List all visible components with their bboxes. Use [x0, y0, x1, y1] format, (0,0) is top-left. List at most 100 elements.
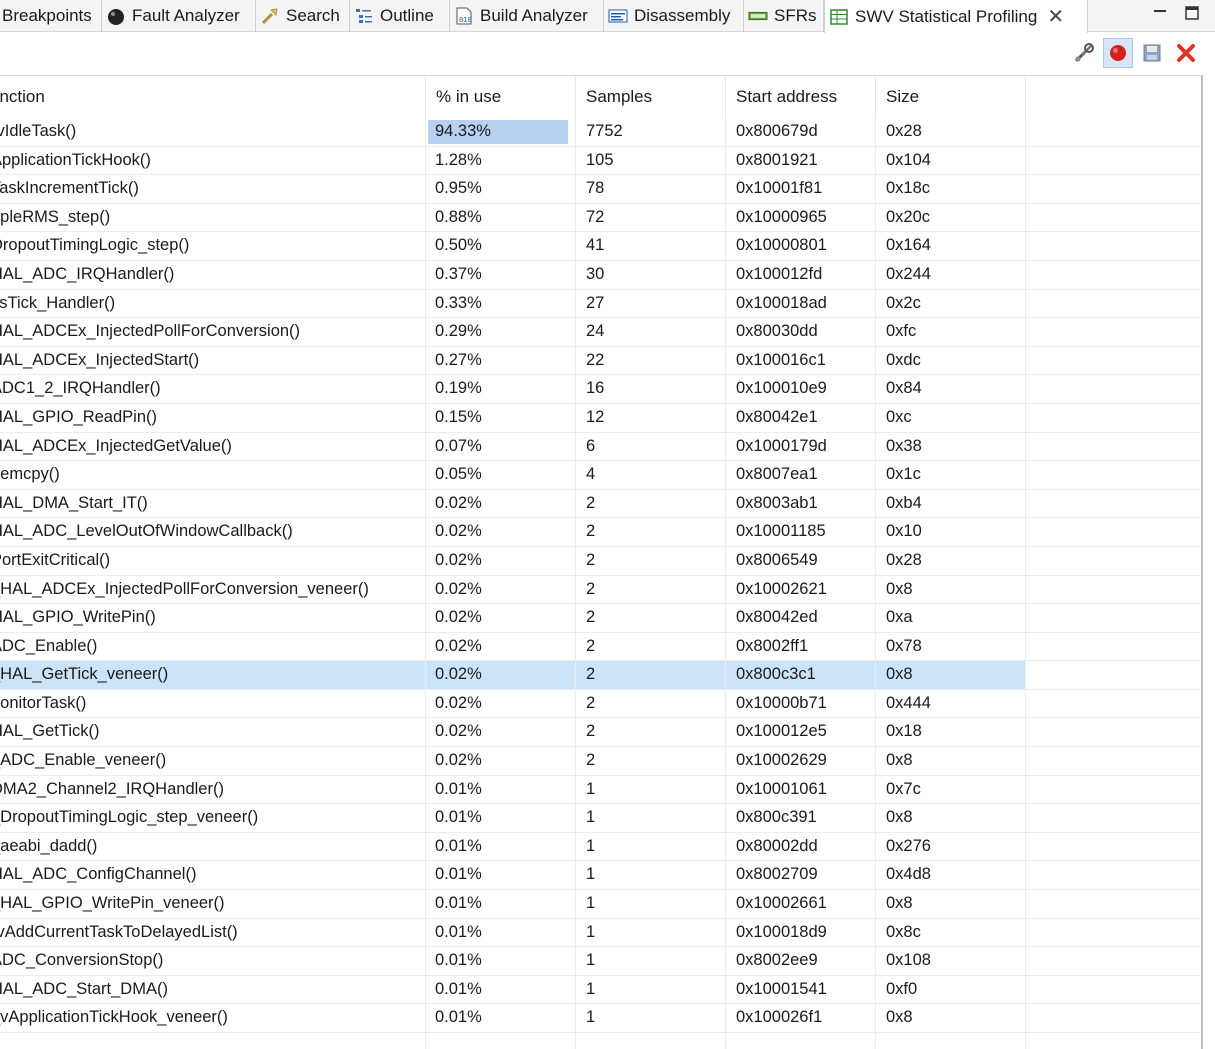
table-row[interactable]: _HAL_ADCEx_InjectedPollForConversion_ven…: [0, 575, 1201, 605]
cell-empty: [1026, 976, 1201, 1004]
cell-samples: 4: [576, 461, 726, 489]
tab-disassembly[interactable]: Disassembly: [604, 0, 744, 32]
cell-percent-in-use: 0.01%: [426, 918, 576, 947]
cell-function: TaskIncrementTick(): [0, 175, 426, 203]
cell-samples: 1: [576, 861, 726, 890]
column-header-samples[interactable]: Samples: [576, 76, 726, 118]
outline-icon: [354, 6, 374, 26]
table-row[interactable]: HAL_ADC_IRQHandler() 0.37% 30 0x100012fd 0x2…: [0, 260, 1201, 290]
table-row[interactable]: HAL_ADCEx_InjectedGetValue() 0.07% 6 0x1000…: [0, 432, 1201, 462]
percent-text: 0.01%: [435, 836, 482, 855]
table-row[interactable]: ApplicationTickHook() 1.28% 105 0x8001921 0x…: [0, 146, 1201, 176]
table-row[interactable]: _ADC_Enable_veneer() 0.02% 2 0x10002629 0x8: [0, 747, 1201, 776]
column-header-percent-in-use[interactable]: % in use: [426, 76, 576, 118]
cell-empty: [1026, 204, 1201, 232]
table-row[interactable]: HAL_ADCEx_InjectedStart() 0.27% 22 0x100016…: [0, 346, 1201, 376]
cell-size: 0x38: [876, 432, 1026, 461]
table-row[interactable]: HAL_ADC_ConfigChannel() 0.01% 1 0x8002709 0x…: [0, 861, 1201, 891]
cell-size: 0x8: [876, 661, 1026, 689]
tab-search[interactable]: Search: [256, 0, 350, 32]
cell-percent-in-use: 0.02%: [426, 518, 576, 546]
percent-text: 0.01%: [435, 894, 482, 913]
configure-trace-icon[interactable]: [1069, 38, 1099, 68]
cell-percent-in-use: 0.29%: [426, 318, 576, 346]
cell-samples: 30: [576, 260, 726, 289]
cell-empty: [1026, 861, 1201, 889]
percent-text: 0.02%: [435, 550, 482, 569]
cell-samples: 2: [576, 747, 726, 775]
cell-size: 0x18c: [876, 175, 1026, 203]
maximize-icon[interactable]: [1183, 4, 1201, 22]
table-row[interactable]: _HAL_GetTick_veneer() 0.02% 2 0x800c3c1 0x8: [0, 661, 1201, 690]
table-row[interactable]: ADC1_2_IRQHandler() 0.19% 16 0x100010e9 0x84: [0, 375, 1201, 404]
cell-samples: 2: [576, 718, 726, 747]
tab-breakpoints[interactable]: Breakpoints: [0, 0, 102, 32]
cell-function: ADC_ConversionStop(): [0, 947, 426, 975]
cell-samples: 2: [576, 604, 726, 632]
table-row[interactable]: _DropoutTimingLogic_step_veneer() 0.01% 1 0…: [0, 804, 1201, 833]
table-row[interactable]: HAL_GPIO_WritePin() 0.02% 2 0x80042ed 0xa: [0, 604, 1201, 633]
close-tab-icon[interactable]: ✕: [1047, 4, 1064, 29]
table-row[interactable]: HAL_DMA_Start_IT() 0.02% 2 0x8003ab1 0xb4: [0, 489, 1201, 519]
percent-text: 0.01%: [435, 979, 482, 998]
table-row[interactable]: HAL_ADC_Start_DMA() 0.01% 1 0x10001541 0xf0: [0, 975, 1201, 1005]
cell-percent-in-use: 94.33%: [426, 118, 576, 146]
table-row[interactable]: HAL_GetTick() 0.02% 2 0x100012e5 0x18: [0, 718, 1201, 748]
cell-percent-in-use: 0.07%: [426, 432, 576, 461]
column-header-start-address[interactable]: Start address: [726, 76, 876, 118]
cell-size: 0x276: [876, 832, 1026, 861]
table-row[interactable]: HAL_ADC_LevelOutOfWindowCallback() 0.02% 2…: [0, 518, 1201, 547]
cell-size: 0x8: [876, 804, 1026, 832]
percent-text: 0.02%: [435, 636, 482, 655]
cell-percent-in-use: 0.50%: [426, 232, 576, 260]
cell-samples: 105: [576, 146, 726, 175]
table-row[interactable]: TaskIncrementTick() 0.95% 78 0x10001f81 0x18…: [0, 175, 1201, 204]
cell-size: 0x28: [876, 546, 1026, 575]
table-row[interactable]: DMA2_Channel2_IRQHandler() 0.01% 1 0x100010…: [0, 775, 1201, 805]
percent-text: 0.27%: [435, 350, 482, 369]
tab-label: Disassembly: [634, 6, 731, 25]
table-row[interactable]: PortExitCritical() 0.02% 2 0x8006549 0x28: [0, 546, 1201, 576]
table-row[interactable]: rvAddCurrentTaskToDelayedList() 0.01% 1 0x1…: [0, 918, 1201, 948]
table-row[interactable]: ppleRMS_step() 0.88% 72 0x10000965 0x20c: [0, 203, 1201, 233]
fault-analyzer-icon: [106, 6, 126, 26]
cell-empty: [1026, 375, 1201, 403]
percent-text: 0.33%: [435, 293, 482, 312]
cell-empty: [1026, 576, 1201, 604]
cell-function: DMA2_Channel2_IRQHandler(): [0, 775, 426, 804]
percent-text: 0.02%: [435, 751, 482, 770]
cell-function: nonitorTask(): [0, 689, 426, 718]
remove-icon[interactable]: [1171, 38, 1201, 68]
tab-swv-statistical-profiling[interactable]: SWV Statistical Profiling ✕: [824, 0, 1088, 33]
tab-fault-analyzer[interactable]: Fault Analyzer: [102, 0, 256, 32]
table-row[interactable]: nonitorTask() 0.02% 2 0x10000b71 0x444: [0, 689, 1201, 719]
cell-empty: [1026, 175, 1201, 203]
table-row[interactable]: ADC_Enable() 0.02% 2 0x8002ff1 0x78: [0, 632, 1201, 662]
percent-text: 0.05%: [435, 465, 482, 484]
minimize-icon[interactable]: [1151, 4, 1169, 22]
table-row[interactable]: _aeabi_dadd() 0.01% 1 0x80002dd 0x276: [0, 832, 1201, 862]
column-header-size[interactable]: Size: [876, 76, 1026, 118]
cell-function: _ADC_Enable_veneer(): [0, 747, 426, 775]
save-icon[interactable]: [1137, 38, 1167, 68]
table-row[interactable]: rvIdleTask() 94.33% 77520x800679d0x28: [0, 118, 1201, 147]
tab-outline[interactable]: Outline: [350, 0, 450, 32]
table-row[interactable]: DropoutTimingLogic_step() 0.50% 41 0x100008…: [0, 232, 1201, 261]
table-row[interactable]: _HAL_GPIO_WritePin_veneer() 0.01% 1 0x10002…: [0, 890, 1201, 919]
table-row[interactable]: HAL_ADCEx_InjectedPollForConversion() 0.2…: [0, 318, 1201, 347]
percent-text: 0.19%: [435, 379, 482, 398]
cell-empty: [1026, 461, 1201, 489]
tab-sfrs[interactable]: SFRs: [744, 0, 824, 32]
percent-text: 1.28%: [435, 150, 482, 169]
table-row[interactable]: ysTick_Handler() 0.33% 27 0x100018ad 0x2c: [0, 289, 1201, 319]
cell-percent-in-use: 0.01%: [426, 975, 576, 1004]
tab-build-analyzer[interactable]: 010 Build Analyzer: [450, 0, 604, 32]
cell-samples: 2: [576, 689, 726, 718]
table-row[interactable]: nemcpy() 0.05% 40x8007ea10x1c: [0, 461, 1201, 490]
disassembly-icon: [608, 6, 628, 26]
record-icon[interactable]: [1103, 38, 1133, 68]
column-header-function[interactable]: unction: [0, 76, 426, 118]
table-row[interactable]: ADC_ConversionStop() 0.01% 1 0x8002ee9 0x108: [0, 947, 1201, 976]
profiling-table: unction % in use Samples Start address S…: [0, 75, 1203, 1049]
table-row[interactable]: HAL_GPIO_ReadPin() 0.15% 12 0x80042e1 0xc: [0, 403, 1201, 433]
